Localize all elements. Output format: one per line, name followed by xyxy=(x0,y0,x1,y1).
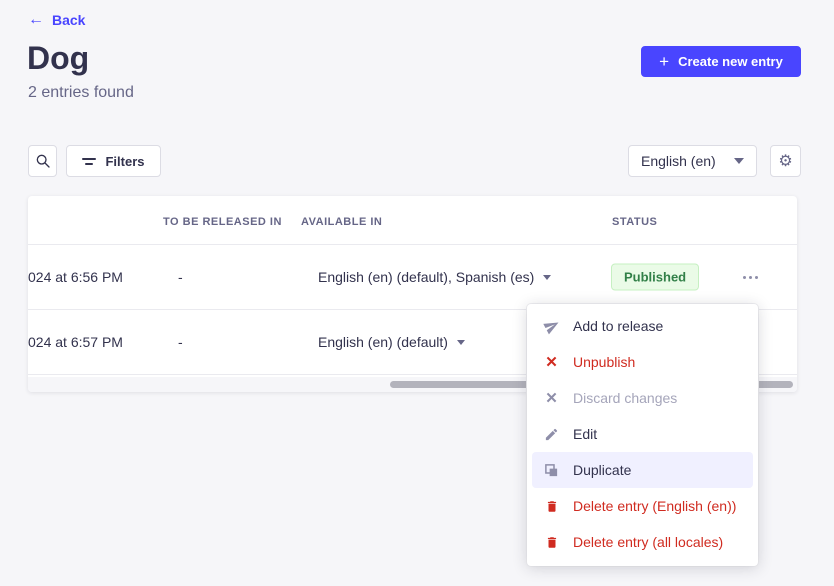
chevron-down-icon xyxy=(543,275,551,280)
menu-item-label: Duplicate xyxy=(573,462,631,478)
chevron-down-icon xyxy=(734,158,744,164)
column-header-status[interactable]: STATUS xyxy=(612,216,657,228)
available-in-value: English (en) (default) xyxy=(318,334,448,350)
menu-item-label: Unpublish xyxy=(573,354,635,370)
table-row[interactable]: 024 at 6:56 PM - English (en) (default),… xyxy=(28,245,797,310)
trash-icon xyxy=(543,498,560,515)
trash-icon xyxy=(543,534,560,551)
search-icon xyxy=(34,153,51,170)
entries-count: 2 entries found xyxy=(28,84,134,102)
create-new-entry-label: Create new entry xyxy=(678,54,783,69)
chevron-down-icon xyxy=(457,340,465,345)
menu-item-discard-changes[interactable]: ✕ Discard changes xyxy=(532,380,753,416)
cross-icon: ✕ xyxy=(543,354,560,371)
cell-to-be-released-in: - xyxy=(178,334,183,350)
filters-button[interactable]: Filters xyxy=(66,145,161,177)
cross-icon: ✕ xyxy=(543,390,560,407)
table-header-row: TO BE RELEASED IN AVAILABLE IN STATUS xyxy=(28,196,797,245)
row-actions-menu: Add to release ✕ Unpublish ✕ Discard cha… xyxy=(527,304,758,566)
create-new-entry-button[interactable]: + Create new entry xyxy=(641,46,801,77)
menu-item-label: Discard changes xyxy=(573,390,677,406)
paper-plane-icon xyxy=(543,318,560,335)
page-title: Dog xyxy=(27,40,89,77)
cell-available-in[interactable]: English (en) (default), Spanish (es) xyxy=(318,269,551,285)
search-button[interactable] xyxy=(28,145,57,177)
content-manager-list-view: ← Back Dog 2 entries found + Create new … xyxy=(0,0,834,586)
filter-icon xyxy=(82,158,96,165)
plus-icon: + xyxy=(659,53,669,70)
gear-icon: ⚙ xyxy=(778,151,792,171)
menu-item-duplicate[interactable]: Duplicate xyxy=(532,452,753,488)
available-in-value: English (en) (default), Spanish (es) xyxy=(318,269,534,285)
menu-item-label: Delete entry (English (en)) xyxy=(573,498,736,514)
column-header-to-be-released-in[interactable]: TO BE RELEASED IN xyxy=(163,216,282,228)
cell-available-in[interactable]: English (en) (default) xyxy=(318,334,465,350)
cell-updated-date: 024 at 6:56 PM xyxy=(28,269,123,285)
back-arrow-icon: ← xyxy=(28,12,44,28)
menu-item-add-to-release[interactable]: Add to release xyxy=(532,308,753,344)
settings-button[interactable]: ⚙ xyxy=(770,145,801,177)
row-actions-button[interactable] xyxy=(734,265,766,289)
menu-item-label: Edit xyxy=(573,426,597,442)
locale-selected-value: English (en) xyxy=(641,153,716,169)
menu-item-label: Delete entry (all locales) xyxy=(573,534,723,550)
cell-updated-date: 024 at 6:57 PM xyxy=(28,334,123,350)
status-badge: Published xyxy=(611,264,699,291)
filters-label: Filters xyxy=(105,154,144,169)
menu-item-delete-entry-all-locales[interactable]: Delete entry (all locales) xyxy=(532,524,753,560)
cell-to-be-released-in: - xyxy=(178,269,183,285)
back-label: Back xyxy=(52,12,85,28)
pencil-icon xyxy=(543,426,560,443)
locale-select[interactable]: English (en) xyxy=(628,145,757,177)
menu-item-edit[interactable]: Edit xyxy=(532,416,753,452)
menu-item-unpublish[interactable]: ✕ Unpublish xyxy=(532,344,753,380)
back-link[interactable]: ← Back xyxy=(28,12,85,28)
menu-item-label: Add to release xyxy=(573,318,663,334)
menu-item-delete-entry-locale[interactable]: Delete entry (English (en)) xyxy=(532,488,753,524)
column-header-available-in[interactable]: AVAILABLE IN xyxy=(301,216,382,228)
duplicate-icon xyxy=(543,462,560,479)
